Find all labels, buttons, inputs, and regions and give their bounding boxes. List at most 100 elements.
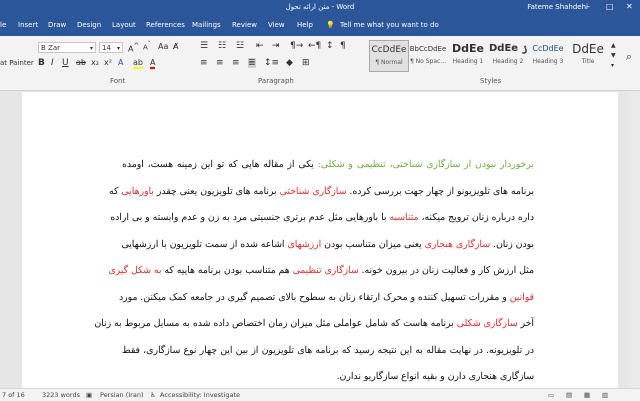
tab-help[interactable]: Help [297,21,313,29]
accessibility-icon: ♿ [150,391,156,399]
format-painter-button[interactable]: at Painter [0,59,34,67]
font-size-select[interactable]: 14 ▾ [99,42,123,53]
underline-icon[interactable]: U [62,58,69,68]
highlighted-term: سازگاری تنظیمی [292,265,359,276]
justify-icon[interactable]: ≣ [248,58,256,68]
styles-scroll-down-icon[interactable]: ▼ [611,52,616,59]
paragraph-line[interactable]: برخوردار نبودن از سازگاری شناختی، تنظیمی… [122,152,534,179]
close-button[interactable]: ✕ [626,2,633,11]
editing-icon[interactable]: ⌕ [626,50,632,64]
paragraph-line[interactable]: قوانین و مقررات تسهیل کننده و محرک ارتقا… [119,285,534,312]
text-run: هم متناسب بودن برنامه هاییه که [161,265,293,276]
style-preview: DdEe ۯ [489,43,527,54]
minimize-button[interactable]: – [586,2,590,11]
increase-indent-icon[interactable]: ⇥ [272,41,280,51]
tab-mailings[interactable]: Mailings [192,21,221,29]
tab-view[interactable]: View [268,21,285,29]
style-heading-1[interactable]: DdEe Heading 1 [449,40,487,70]
paragraph-line[interactable]: مثل ارزش کار و فعالیت زنان در بیرون خونه… [108,258,534,285]
paragraph-line[interactable]: برنامه های تلویزیونو از چهار جهت بررسی ک… [109,179,534,206]
paragraph-line[interactable]: بودن زنان. سازگاری هنجاری یعنی میزان متن… [121,232,534,259]
styles-group-label: Styles [480,77,502,85]
rtl-icon[interactable]: ←¶ [308,41,321,51]
document-body[interactable]: برخوردار نبودن از سازگاری شناختی، تنظیمی… [94,152,534,391]
proofing-icon[interactable]: ▣ [86,391,92,399]
accessibility-status[interactable]: Accessibility: Investigate [160,391,240,399]
tab-references[interactable]: References [146,21,185,29]
text-run: برنامه های تلویزیونو از چهار جهت بررسی ک… [346,185,534,197]
decrease-indent-icon[interactable]: ⇤ [256,41,264,51]
heading-run: برخوردار نبودن از سازگاری شناختی، تنظیمی… [317,159,534,170]
text-run: آخر [517,318,534,329]
font-group-label: Font [110,77,126,85]
style-preview: DdEe [572,42,604,56]
bullets-icon[interactable]: ☰ [200,41,208,51]
word-count[interactable]: 3223 words [42,391,80,399]
strikethrough-icon[interactable]: ab [76,58,86,67]
italic-icon[interactable]: I [51,58,54,68]
paragraph-line[interactable]: در تلویزیونه. در نهایت مقاله به این نتیج… [122,338,534,365]
tab-draw[interactable]: Draw [48,21,66,29]
font-color-icon[interactable]: A [150,58,156,69]
ribbon: at Painter B Zar ▾ 14 ▾ A^ Aˇ Aa A̸ B I … [0,36,640,91]
text-run: که [109,185,122,197]
ribbon-tabs: le Insert Draw Design Layout References … [0,16,640,36]
user-name[interactable]: Fateme Shahdehi [527,3,588,11]
clear-formatting-icon[interactable]: A̸ [173,42,178,51]
style-name: ¶ Normal [375,59,403,66]
grow-font-icon[interactable]: A^ [128,42,139,54]
show-marks-icon[interactable]: ¶ [340,41,346,51]
style-heading-2[interactable]: DdEe ۯ Heading 2 [489,40,527,70]
align-right-icon[interactable]: ≡ [232,58,240,68]
style-title[interactable]: DdEe Title [569,40,607,70]
text-run: یعنی میزان متناسب بودن [321,238,425,250]
tab-insert[interactable]: Insert [18,21,38,29]
shading-icon[interactable]: ◆ [286,58,293,68]
ltr-icon[interactable]: ¶→ [290,41,303,51]
tab-review[interactable]: Review [232,21,257,29]
tab-design[interactable]: Design [77,21,101,29]
highlighted-term: باورهایی [121,185,154,197]
align-left-icon[interactable]: ≡ [200,58,208,68]
style-name: Title [581,58,595,65]
line-spacing-icon[interactable]: ↕≡ [264,58,279,68]
align-center-icon[interactable]: ≡ [216,58,224,68]
style-no-spacing[interactable]: BbCcDdEe ¶ No Spac... [409,40,447,70]
page-count[interactable]: 7 of 16 [2,391,25,399]
style-preview: DdEe [452,42,484,55]
print-layout-icon[interactable]: ▦ [584,391,590,399]
text-run: داره درباره زنان ترویج میکنه، [418,212,534,223]
highlight-icon[interactable]: ab [133,58,143,69]
numbering-icon[interactable]: ☷ [218,41,226,51]
style-heading-3[interactable]: ‎CcDdEe Heading 3 [529,40,567,70]
highlighted-term: سازگاری شکلی [456,318,518,329]
superscript-icon[interactable]: x² [104,58,112,67]
style-normal[interactable]: ‎CcDdEe ¶ Normal [369,40,409,72]
styles-more-icon[interactable]: ▾ [611,62,614,69]
tab-layout[interactable]: Layout [112,21,136,29]
language-indicator[interactable]: Persian (Iran) [100,391,144,399]
web-layout-icon[interactable]: ▥ [602,391,608,399]
highlighted-term: متناسبه [389,212,419,223]
font-name-select[interactable]: B Zar ▾ [38,42,96,53]
subscript-icon[interactable]: x₂ [91,58,99,67]
shrink-font-icon[interactable]: Aˇ [143,42,151,51]
change-case-icon[interactable]: Aa [158,42,168,51]
borders-icon[interactable]: ⊞ [302,58,310,68]
vertical-scrollbar[interactable] [628,92,640,392]
multilevel-list-icon[interactable]: ☳ [236,41,244,51]
paragraph-line[interactable]: آخر سازگاری شکلی برنامه هاست که شامل عوا… [94,311,534,338]
maximize-button[interactable]: □ [606,2,614,11]
sort-icon[interactable]: ↕ [326,41,334,51]
tell-me-box[interactable]: Tell me what you want to do [340,21,439,29]
bold-icon[interactable]: B [38,58,45,68]
document-page[interactable]: برخوردار نبودن از سازگاری شناختی، تنظیمی… [22,92,618,392]
focus-icon[interactable]: ▭ [548,391,554,399]
paragraph-line[interactable]: داره درباره زنان ترویج میکنه، متناسبه با… [110,205,534,232]
paragraph-line[interactable]: سازگاری هنجاری دارن و بقیه انواع سازگاری… [122,364,534,391]
read-mode-icon[interactable]: ▤ [566,391,572,399]
text-effects-icon[interactable]: A [118,58,123,67]
tab-file[interactable]: le [0,21,6,29]
styles-scroll-up-icon[interactable]: ▲ [611,42,616,49]
text-run: یکی از مقاله هایی که تو این زمینه هست، ا… [122,159,318,170]
